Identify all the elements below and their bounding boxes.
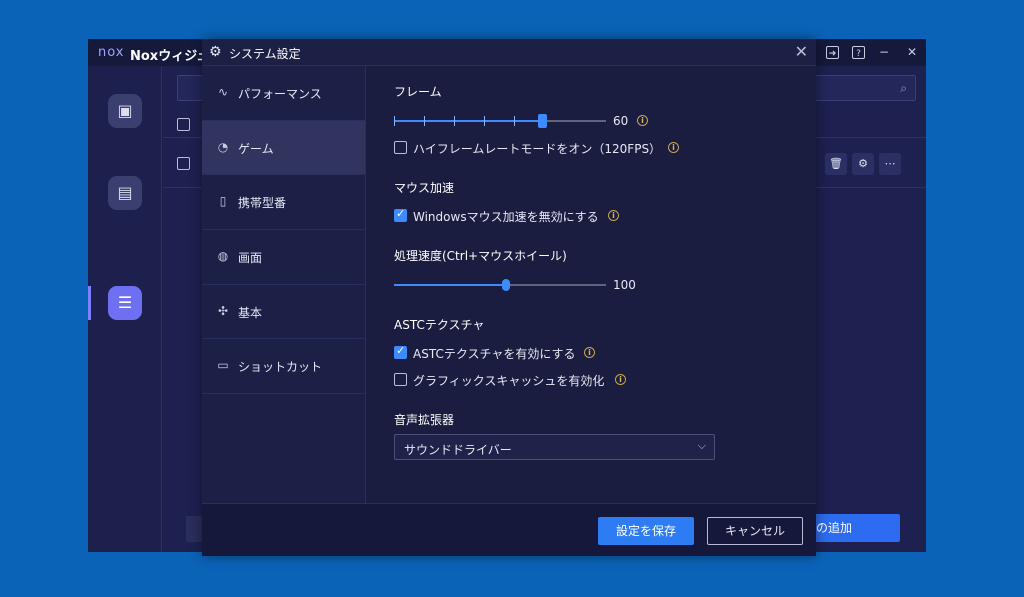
speed-value: 100	[613, 278, 636, 292]
dialog-close-icon[interactable]: ✕	[795, 42, 808, 61]
info-icon[interactable]: i	[608, 210, 619, 221]
audio-driver-select[interactable]: サウンドドライバー ⌵	[394, 434, 715, 460]
minimize-icon[interactable]: −	[876, 44, 892, 60]
disable-mouse-accel-checkbox[interactable]	[394, 207, 407, 222]
slider-tick	[514, 116, 515, 126]
frame-heading: フレーム	[394, 85, 442, 99]
more-icon[interactable]: ⋯	[879, 153, 901, 175]
gamepad-icon: ◔	[217, 139, 229, 154]
select-all-checkbox[interactable]	[177, 118, 190, 131]
slider-tick	[454, 116, 455, 126]
settings-icon[interactable]: ⚙	[852, 153, 874, 175]
system-settings-dialog: ⚙ システム設定 ✕ ∿ パフォーマンス ◔ ゲーム ▯ 携帯型番 ◍ 画面 ✣…	[202, 39, 816, 556]
mouse-accel-heading: マウス加速	[394, 181, 455, 195]
nav-item-basic[interactable]: ✣ 基本	[202, 285, 365, 340]
slider-tick	[424, 116, 425, 126]
pulse-icon: ∿	[217, 85, 229, 99]
close-icon[interactable]: ✕	[904, 44, 920, 60]
speed-heading: 処理速度(Ctrl+マウスホイール)	[394, 249, 567, 263]
slider-fill	[394, 120, 542, 122]
info-icon[interactable]: i	[584, 347, 595, 358]
nox-logo: nox	[98, 45, 125, 60]
dialog-footer: 設定を保存 キャンセル	[202, 503, 816, 556]
export-icon[interactable]: ➜	[826, 46, 839, 59]
graphics-cache-checkbox[interactable]	[394, 373, 407, 386]
delete-icon[interactable]: 🗑	[825, 153, 847, 175]
nav-item-performance[interactable]: ∿ パフォーマンス	[202, 66, 365, 121]
nav-item-label: 基本	[238, 305, 263, 320]
nav-item-device-model[interactable]: ▯ 携帯型番	[202, 175, 365, 231]
astc-enable-label: ASTCテクスチャを有効にする	[413, 347, 576, 361]
astc-enable-checkbox[interactable]	[394, 344, 407, 359]
palette-icon: ◍	[217, 249, 229, 264]
settings-content: フレーム 60 i ハイフレームレートモードをオン（120FPS） i マウス加…	[367, 66, 816, 503]
nav-item-game[interactable]: ◔ ゲーム	[202, 120, 365, 176]
nav-item-shortcut[interactable]: ▭ ショットカット	[202, 339, 365, 395]
slider-tick	[394, 116, 395, 126]
phone-icon: ▯	[219, 194, 227, 209]
high-frame-label: ハイフレームレートモードをオン（120FPS）	[413, 142, 662, 156]
search-icon[interactable]: ⌕	[900, 81, 907, 96]
gear-icon: ⚙	[209, 44, 222, 60]
audio-heading: 音声拡張器	[394, 413, 455, 427]
save-settings-button[interactable]: 設定を保存	[598, 517, 694, 545]
frame-slider[interactable]	[394, 114, 606, 128]
info-icon[interactable]: i	[668, 142, 679, 153]
astc-heading: ASTCテクスチャ	[394, 318, 485, 332]
nav-item-label: 携帯型番	[238, 196, 287, 211]
info-icon[interactable]: i	[615, 374, 626, 385]
graphics-cache-label: グラフィックスキャッシュを有効化	[413, 374, 605, 388]
cancel-button[interactable]: キャンセル	[707, 517, 803, 545]
info-icon[interactable]: i	[637, 115, 648, 126]
help-icon[interactable]: ?	[852, 46, 865, 59]
nav-item-display[interactable]: ◍ 画面	[202, 230, 365, 285]
nav-item-label: ショットカット	[238, 360, 323, 375]
speed-slider-handle[interactable]	[502, 279, 510, 291]
slider-tick	[484, 116, 485, 126]
left-rail: ▣ ▤ ☰	[88, 66, 162, 552]
dialog-title: システム設定	[229, 47, 301, 61]
store-icon[interactable]: ▤	[108, 176, 142, 210]
frame-slider-handle[interactable]	[538, 114, 547, 128]
nav-item-label: ゲーム	[238, 141, 274, 156]
high-frame-checkbox[interactable]	[394, 141, 407, 154]
background-window-title: Noxウィジュ	[130, 49, 210, 64]
row-checkbox[interactable]	[177, 157, 190, 170]
multi-instance-icon[interactable]: ☰	[108, 286, 142, 320]
frame-value: 60	[613, 114, 629, 128]
chevron-down-icon: ⌵	[697, 439, 706, 452]
settings-nav: ∿ パフォーマンス ◔ ゲーム ▯ 携帯型番 ◍ 画面 ✣ 基本 ▭ ショットカ…	[202, 66, 366, 503]
nav-item-label: パフォーマンス	[238, 87, 322, 101]
dialog-title-bar: ⚙ システム設定 ✕	[202, 39, 816, 66]
rail-active-marker	[88, 286, 91, 320]
slider-fill	[394, 284, 506, 286]
keyboard-icon: ▭	[217, 358, 229, 373]
audio-driver-value: サウンドドライバー	[404, 443, 512, 457]
speed-slider[interactable]	[394, 278, 606, 292]
puzzle-icon: ✣	[217, 303, 229, 318]
nav-item-label: 画面	[238, 251, 263, 266]
folder-icon[interactable]: ▣	[108, 94, 142, 128]
disable-mouse-accel-label: Windowsマウス加速を無効にする	[413, 210, 599, 224]
